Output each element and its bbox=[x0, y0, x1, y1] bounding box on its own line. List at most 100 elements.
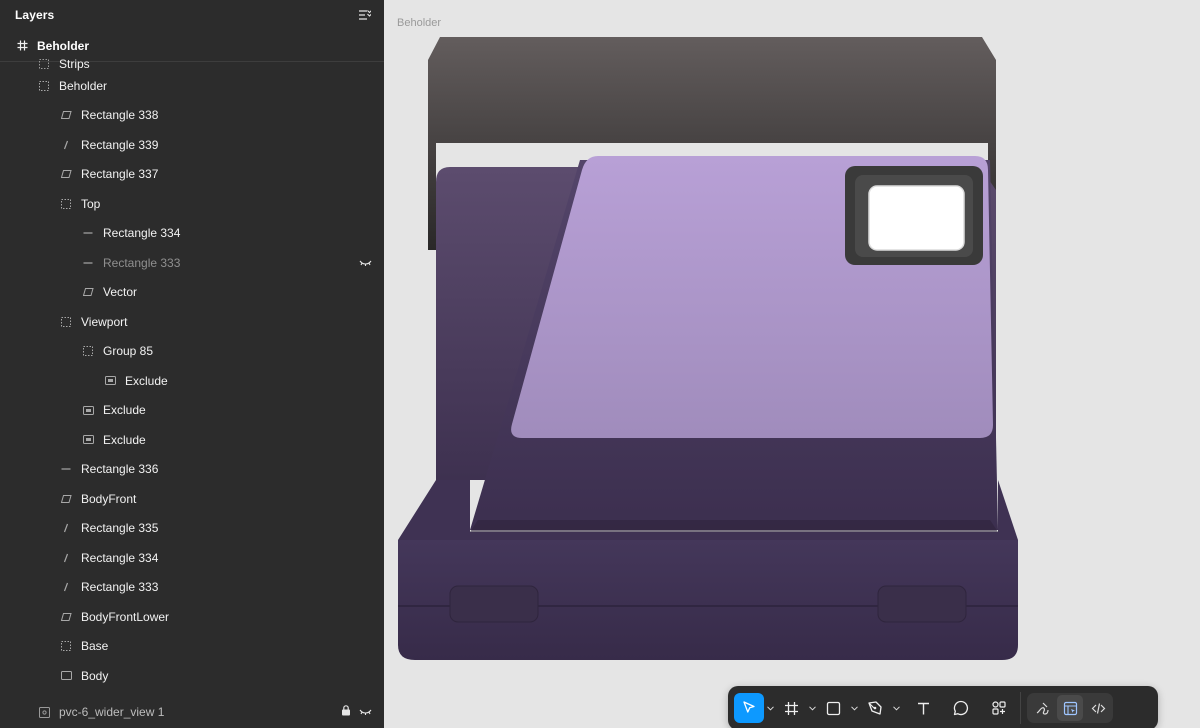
layer-row[interactable]: Body bbox=[0, 661, 384, 691]
base-foot-left[interactable] bbox=[449, 585, 539, 623]
frame-tool[interactable] bbox=[776, 692, 818, 724]
vector-icon bbox=[59, 610, 73, 624]
text-tool[interactable] bbox=[908, 692, 938, 724]
layer-label: Rectangle 334 bbox=[103, 226, 181, 241]
boolean-icon bbox=[81, 403, 95, 417]
layer-label: Beholder bbox=[59, 78, 108, 93]
layer-row-partial[interactable]: Strips bbox=[0, 55, 384, 71]
layer-label: Viewport bbox=[81, 314, 128, 329]
layer-label: Body bbox=[81, 668, 109, 683]
toolbar-divider bbox=[1020, 692, 1021, 724]
move-tool[interactable] bbox=[734, 692, 776, 724]
dash-icon bbox=[59, 462, 73, 476]
layer-row[interactable]: Exclude bbox=[0, 425, 384, 455]
draw-mode-icon[interactable] bbox=[1029, 695, 1055, 721]
line-icon bbox=[59, 138, 73, 152]
layer-row[interactable]: Rectangle 338 bbox=[0, 101, 384, 131]
hidden-eye-icon[interactable] bbox=[359, 256, 372, 270]
layer-list: Strips Beholder Rectangle 338 Rectangle 33… bbox=[0, 57, 384, 691]
layer-label: Strips bbox=[59, 57, 90, 71]
layer-row[interactable]: Rectangle 336 bbox=[0, 455, 384, 485]
layer-row[interactable]: Group 85 bbox=[0, 337, 384, 367]
layer-label: Top bbox=[81, 196, 101, 211]
vector-icon bbox=[59, 108, 73, 122]
layer-row[interactable]: Base bbox=[0, 632, 384, 662]
layer-row[interactable]: Rectangle 339 bbox=[0, 130, 384, 160]
line-icon bbox=[59, 521, 73, 535]
layer-row[interactable]: Rectangle 334 bbox=[0, 543, 384, 573]
layer-row[interactable]: BodyFront bbox=[0, 484, 384, 514]
layer-label: Exclude bbox=[103, 403, 146, 418]
frame-icon bbox=[59, 315, 73, 329]
layer-label: Rectangle 334 bbox=[81, 550, 159, 565]
collapse-layers-icon[interactable] bbox=[357, 8, 371, 22]
components-icon[interactable] bbox=[984, 693, 1014, 723]
line-icon bbox=[59, 551, 73, 565]
camera-artwork[interactable] bbox=[384, 0, 1200, 728]
layers-panel: Layers Beholder Strips Beholder Rectangle… bbox=[0, 0, 384, 728]
boolean-icon bbox=[103, 374, 117, 388]
chevron-down-icon[interactable] bbox=[806, 705, 818, 711]
vector-icon bbox=[59, 492, 73, 506]
layer-row[interactable]: Rectangle 334 bbox=[0, 219, 384, 249]
comment-icon[interactable] bbox=[946, 693, 976, 723]
chevron-down-icon[interactable] bbox=[764, 705, 776, 711]
layer-label: Rectangle 333 bbox=[81, 580, 159, 595]
lock-icon[interactable] bbox=[341, 705, 351, 719]
viewfinder-window[interactable] bbox=[868, 185, 965, 251]
layers-panel-header: Layers bbox=[0, 0, 384, 30]
frame-icon bbox=[59, 197, 73, 211]
resources-tool[interactable] bbox=[984, 692, 1014, 724]
frame-icon bbox=[37, 79, 51, 93]
layer-row[interactable]: Rectangle 333 bbox=[0, 573, 384, 603]
layer-row[interactable]: Rectangle 333 bbox=[0, 248, 384, 278]
image-icon bbox=[37, 705, 51, 719]
layer-row[interactable]: Exclude bbox=[0, 396, 384, 426]
layer-label: Vector bbox=[103, 285, 138, 300]
layer-label: Base bbox=[81, 639, 109, 654]
line-icon bbox=[59, 580, 73, 594]
base-foot-right[interactable] bbox=[877, 585, 967, 623]
square-icon[interactable] bbox=[818, 693, 848, 723]
chevron-down-icon[interactable] bbox=[848, 705, 860, 711]
viewport-group[interactable] bbox=[845, 166, 983, 265]
layer-label: Rectangle 339 bbox=[81, 137, 159, 152]
frame-hash-icon bbox=[15, 39, 29, 53]
layer-row-image[interactable]: pvc-6_wider_view 1 bbox=[0, 696, 384, 728]
hidden-eye-icon[interactable] bbox=[359, 705, 372, 719]
layer-label: Rectangle 336 bbox=[81, 462, 159, 477]
chevron-down-icon[interactable] bbox=[890, 705, 902, 711]
vector-icon bbox=[81, 285, 95, 299]
text-icon[interactable] bbox=[908, 693, 938, 723]
layer-row[interactable]: Exclude bbox=[0, 366, 384, 396]
pen-tool[interactable] bbox=[860, 692, 902, 724]
frame-icon bbox=[37, 57, 51, 71]
dash-icon bbox=[81, 226, 95, 240]
layer-label: Rectangle 338 bbox=[81, 108, 159, 123]
layer-row[interactable]: Rectangle 337 bbox=[0, 160, 384, 190]
layer-row[interactable]: BodyFrontLower bbox=[0, 602, 384, 632]
pen-icon[interactable] bbox=[860, 693, 890, 723]
layer-label: Exclude bbox=[103, 432, 146, 447]
shape-tool[interactable] bbox=[818, 692, 860, 724]
layer-row[interactable]: Viewport bbox=[0, 307, 384, 337]
body-front-edge bbox=[470, 520, 998, 532]
comment-tool[interactable] bbox=[946, 692, 976, 724]
layer-label: Rectangle 335 bbox=[81, 521, 159, 536]
layer-row[interactable]: Vector bbox=[0, 278, 384, 308]
design-mode-icon[interactable] bbox=[1057, 695, 1083, 721]
layer-label: BodyFrontLower bbox=[81, 609, 170, 624]
layers-panel-title: Layers bbox=[15, 8, 55, 22]
bottom-toolbar bbox=[728, 686, 1158, 728]
layer-row[interactable]: Rectangle 335 bbox=[0, 514, 384, 544]
layer-row[interactable]: Top bbox=[0, 189, 384, 219]
frame-icon bbox=[59, 639, 73, 653]
mode-switcher bbox=[1027, 693, 1113, 723]
dash-icon bbox=[81, 256, 95, 270]
pointer-icon[interactable] bbox=[734, 693, 764, 723]
canvas[interactable]: Beholder bbox=[384, 0, 1200, 728]
hash-icon[interactable] bbox=[776, 693, 806, 723]
rect-icon bbox=[59, 669, 73, 683]
dev-mode-icon[interactable] bbox=[1085, 695, 1111, 721]
layer-row[interactable]: Beholder bbox=[0, 71, 384, 101]
